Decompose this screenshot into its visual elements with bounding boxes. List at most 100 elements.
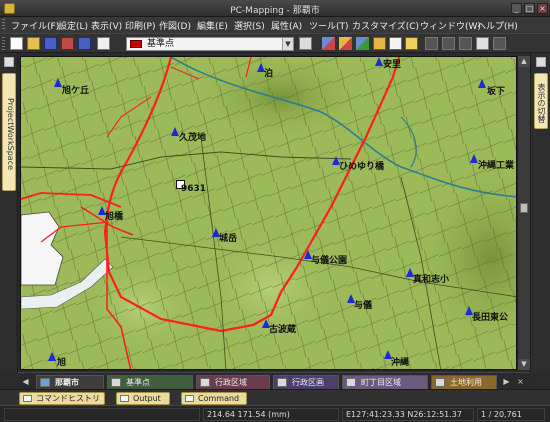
- chevron-down-icon[interactable]: ▼: [282, 38, 293, 50]
- status-page: 1 / 20,761: [477, 408, 545, 421]
- grid-tool-icon[interactable]: [389, 37, 402, 50]
- brush-tool-icon[interactable]: [356, 37, 369, 50]
- tab-label: 土地利用: [450, 378, 482, 387]
- map-vertical-scrollbar[interactable]: ▲ ▼: [517, 56, 530, 370]
- panel-bar: コマンドヒストリー Output Command: [0, 389, 550, 414]
- menu-window[interactable]: ウィンドウ(W): [420, 19, 481, 32]
- right-dock: 表示の切替: [530, 53, 550, 372]
- map-marker[interactable]: [470, 154, 478, 163]
- map-doc-icon: [346, 378, 356, 387]
- layout-icon-3[interactable]: [459, 37, 472, 50]
- title-bar: PC-Mapping - 那覇市 _ □ ×: [0, 0, 550, 17]
- save-as-icon[interactable]: [61, 37, 74, 50]
- menubar-grip[interactable]: [2, 19, 5, 31]
- map-label: 坂下: [487, 87, 506, 97]
- display-toggle-tab[interactable]: 表示の切替: [534, 73, 548, 129]
- tab-label: 行政区域: [215, 378, 247, 387]
- project-workspace-tab[interactable]: ProjectWorkSpace: [2, 73, 16, 191]
- map-label: 沖縄: [391, 358, 410, 368]
- map-label: 与儀公園: [311, 256, 348, 266]
- layout-icon-4[interactable]: [476, 37, 489, 50]
- map-marker[interactable]: [375, 57, 383, 66]
- close-button[interactable]: ×: [537, 3, 548, 14]
- layer-color-swatch: [130, 40, 142, 48]
- tab-label: 行政区画: [292, 378, 324, 387]
- map-label: ひめゆり橋: [339, 162, 385, 172]
- scroll-down-icon[interactable]: ▼: [518, 359, 530, 370]
- map-label: 与儀: [354, 301, 373, 311]
- tab-benchmark[interactable]: 基準点: [107, 375, 193, 389]
- map-label: 旭ケ丘: [62, 86, 90, 96]
- map-label: 久茂地: [179, 133, 207, 143]
- save-icon[interactable]: [44, 37, 57, 50]
- menu-attribute[interactable]: 属性(A): [271, 19, 302, 32]
- tab-admin-area[interactable]: 行政区域: [196, 375, 270, 389]
- chart-tool-icon[interactable]: [405, 37, 418, 50]
- print-icon[interactable]: [97, 37, 110, 50]
- scroll-thumb[interactable]: [520, 203, 528, 213]
- layout-icon-2[interactable]: [442, 37, 455, 50]
- layout-icon-5[interactable]: [493, 37, 506, 50]
- map-label: 沖縄工業: [478, 161, 515, 171]
- layer-settings-icon[interactable]: [299, 37, 312, 50]
- map-canvas[interactable]: 安里 泊 旭ケ丘 坂下 久茂地 ひめゆり橋 沖縄工業 9631 旭橋 城岳 与儀…: [20, 56, 517, 370]
- scroll-up-icon[interactable]: ▲: [518, 56, 530, 67]
- maximize-button[interactable]: □: [524, 3, 535, 14]
- menu-help[interactable]: ヘルプ(H): [477, 19, 518, 32]
- menu-tools[interactable]: ツール(T): [309, 19, 349, 32]
- menu-file[interactable]: ファイル(F): [11, 19, 59, 32]
- output-icon: [120, 395, 129, 402]
- map-label: 真和志小: [413, 275, 450, 285]
- layer-select[interactable]: 基準点 ▼: [126, 37, 294, 51]
- save-all-icon[interactable]: [78, 37, 91, 50]
- map-label: 9631: [181, 184, 207, 194]
- tab-label: 基準点: [126, 378, 150, 387]
- command-history-button[interactable]: コマンドヒストリー: [19, 392, 105, 414]
- minimize-button[interactable]: _: [511, 3, 522, 14]
- key-tool-icon[interactable]: [373, 37, 386, 50]
- layout-icon-1[interactable]: [425, 37, 438, 50]
- menu-edit[interactable]: 編集(E): [197, 19, 228, 32]
- menu-settings[interactable]: 設定(L): [58, 19, 88, 32]
- panel-label: Output: [133, 394, 161, 403]
- layer-select-value: 基準点: [147, 39, 175, 49]
- map-marker[interactable]: [171, 127, 179, 136]
- menu-select[interactable]: 選択(S): [234, 19, 265, 32]
- map-marker[interactable]: [54, 78, 62, 87]
- pin-icon[interactable]: [536, 57, 546, 67]
- command-button[interactable]: Command: [181, 392, 247, 405]
- menu-view[interactable]: 表示(V): [91, 19, 122, 32]
- open-folder-icon[interactable]: [27, 37, 40, 50]
- menu-print[interactable]: 印刷(P): [125, 19, 155, 32]
- tab-land-use[interactable]: 土地利用: [431, 375, 497, 389]
- document-tab-bar: 那覇市 基準点 行政区域 行政区画 町丁目区域 土地利用 ◀ ▶ ×: [18, 372, 530, 389]
- menu-draw[interactable]: 作図(D): [159, 19, 191, 32]
- status-message: [4, 408, 200, 421]
- map-marker[interactable]: [478, 79, 486, 88]
- map-label: 旭橋: [105, 212, 124, 222]
- tab-admin-division[interactable]: 行政区画: [273, 375, 339, 389]
- toolbar-grip[interactable]: [2, 37, 5, 50]
- map-label: 旭: [57, 358, 67, 368]
- map-marker[interactable]: [48, 352, 56, 361]
- tab-label: 那覇市: [55, 378, 79, 387]
- tab-scroll-right-icon[interactable]: ▶: [501, 376, 512, 387]
- tab-naha[interactable]: 那覇市: [36, 375, 104, 389]
- pencil-tool-icon[interactable]: [339, 37, 352, 50]
- map-label: 安里: [383, 60, 402, 70]
- panel-label: Command: [198, 394, 240, 403]
- status-coordinates: E127:41:23.33 N26:12:51.37: [342, 408, 474, 421]
- toolbar: 基準点 ▼: [0, 33, 550, 53]
- map-label: 泊: [264, 69, 274, 79]
- tab-town-area[interactable]: 町丁目区域: [342, 375, 428, 389]
- pen-tool-icon[interactable]: [322, 37, 335, 50]
- menu-customize[interactable]: カスタマイズ(C): [352, 19, 419, 32]
- map-label: 城岳: [219, 234, 238, 244]
- tab-scroll-left-icon[interactable]: ◀: [20, 376, 31, 387]
- output-button[interactable]: Output: [116, 392, 170, 405]
- map-doc-icon: [277, 378, 287, 387]
- close-icon[interactable]: ×: [515, 376, 526, 387]
- new-file-icon[interactable]: [10, 37, 23, 50]
- pin-icon[interactable]: [4, 57, 14, 67]
- map-label: 古波蔵: [269, 325, 297, 335]
